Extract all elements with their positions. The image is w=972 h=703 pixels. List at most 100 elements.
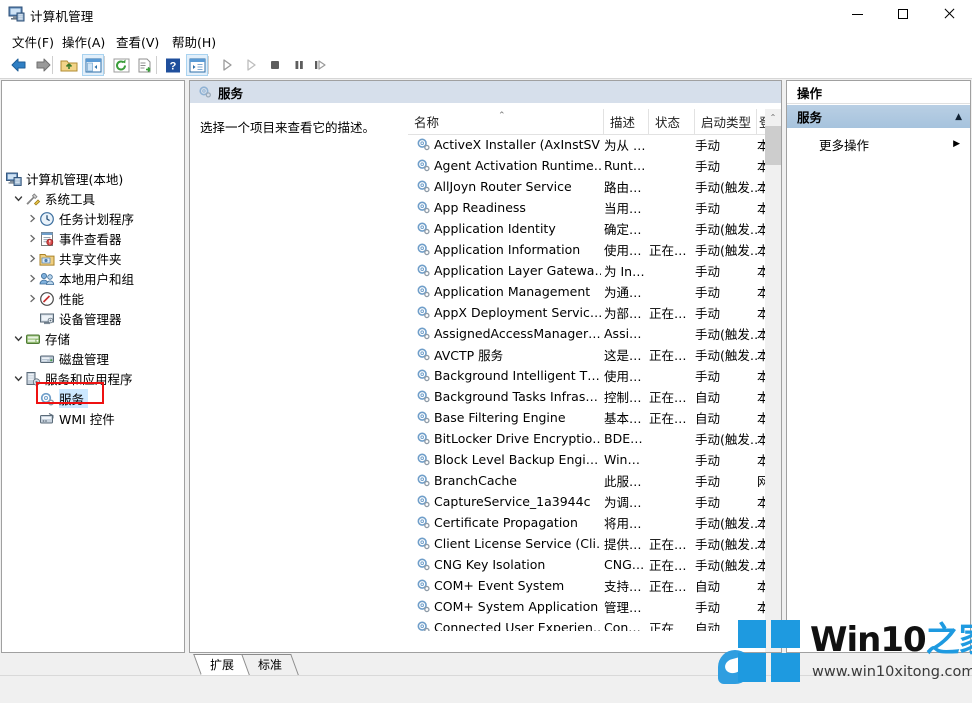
actions-group-label: 服务 [797, 110, 823, 125]
table-row[interactable]: Application Information 使用… 正在… 手动(触发…本 [408, 239, 765, 260]
service-name: Background Tasks Infras… [434, 389, 598, 404]
toolbar-separator-3 [156, 56, 157, 74]
column-header-description[interactable]: 描述 [604, 109, 649, 134]
table-row[interactable]: Block Level Backup Engi… Win… 手动 本 [408, 449, 765, 470]
table-row[interactable]: Application Management 为通… 手动 本 [408, 281, 765, 302]
actions-group-services[interactable]: 服务 ▲ [787, 104, 970, 128]
table-row[interactable]: Connected User Experien…Con…正在…自动本 [408, 617, 765, 631]
tree-root-label: 计算机管理(本地) [26, 172, 124, 187]
stop-service-button[interactable] [264, 54, 286, 76]
chevron-right-icon[interactable] [26, 229, 39, 248]
vertical-scrollbar-thumb[interactable] [765, 126, 781, 165]
table-row[interactable]: AppX Deployment Servic…为部… 正在… 手动 本 [408, 302, 765, 323]
services-list[interactable]: 名称⌃ 描述 状态 启动类型 登 ActiveX Installer (AxIn… [408, 103, 781, 652]
table-row[interactable]: Background Intelligent T… 使用… 手动 本 [408, 365, 765, 386]
refresh-button[interactable] [110, 54, 132, 76]
column-header-startup-type[interactable]: 启动类型 [695, 109, 757, 134]
table-row[interactable]: Base Filtering Engine 基本… 正在… 自动 本 [408, 407, 765, 428]
menu-view-label: 查看(V) [116, 35, 160, 50]
table-row[interactable]: AllJoyn Router Service 路由… 手动(触发…本 [408, 176, 765, 197]
table-row[interactable]: CaptureService_1a3944c 为调… 手动 本 [408, 491, 765, 512]
menu-action[interactable]: 操作(A) [56, 32, 111, 50]
console-tree-pane[interactable]: 计算机管理(本地) 系统工具 任务计划程序 事件查看器 共享文件夹 本地用户和组… [1, 80, 185, 653]
show-hide-tree-button[interactable] [82, 54, 104, 76]
table-row[interactable]: App Readiness 当用… 手动 本 [408, 197, 765, 218]
sidebar-item-task-scheduler[interactable]: 任务计划程序 [26, 209, 138, 228]
sidebar-item-local-users-and-groups[interactable]: 本地用户和组 [26, 269, 138, 288]
close-button[interactable] [926, 0, 972, 28]
help-button[interactable]: ? [162, 54, 184, 76]
up-one-level-button[interactable] [58, 54, 80, 76]
service-startup-type: 手动 [695, 264, 721, 279]
service-startup-type: 自动 [695, 411, 721, 426]
service-description: Runt… [604, 158, 646, 173]
list-vertical-scrollbar[interactable]: ⌃ [765, 109, 781, 652]
table-row[interactable]: CNG Key Isolation CNG… 正在… 手动(触发…本 [408, 554, 765, 575]
table-row[interactable]: Client License Service (Cli… 提供… 正在… 手动(触发…… [408, 533, 765, 554]
maximize-button[interactable] [880, 0, 926, 28]
minimize-button[interactable] [834, 0, 880, 28]
service-status [649, 323, 695, 344]
start-service-button[interactable] [216, 54, 238, 76]
description-placeholder: 选择一个项目来查看它的描述。 [200, 120, 376, 135]
properties-button[interactable] [186, 54, 208, 76]
menu-help[interactable]: 帮助(H) [166, 32, 222, 50]
resume-service-button[interactable] [240, 54, 262, 76]
action-more-actions[interactable]: 更多操作 ▶ [787, 133, 970, 155]
column-header-name[interactable]: 名称 ⌃ [408, 109, 604, 134]
chevron-down-icon[interactable] [12, 329, 25, 348]
table-row[interactable]: Agent Activation Runtime…Runt… 手动 本 [408, 155, 765, 176]
chevron-right-icon[interactable] [26, 289, 39, 308]
service-description: 为部… [604, 306, 642, 321]
service-status [649, 365, 695, 386]
column-header-status[interactable]: 状态 [649, 109, 695, 134]
chevron-right-icon[interactable] [26, 209, 39, 228]
service-name: CaptureService_1a3944c [434, 494, 591, 509]
export-list-button[interactable] [134, 54, 156, 76]
sidebar-item-disk-management[interactable]: 磁盘管理 [39, 349, 113, 368]
table-row[interactable]: Application Identity 确定… 手动(触发…本 [408, 218, 765, 239]
sidebar-item-storage[interactable]: 存储 [12, 329, 74, 348]
back-button[interactable] [8, 54, 30, 76]
sidebar-item-system-tools[interactable]: 系统工具 [12, 189, 99, 208]
table-row[interactable]: Background Tasks Infras… 控制… 正在… 自动 本 [408, 386, 765, 407]
service-description: 这是… [604, 348, 642, 363]
menu-view[interactable]: 查看(V) [110, 32, 165, 50]
scroll-up-button[interactable]: ⌃ [765, 109, 781, 126]
table-row[interactable]: AssignedAccessManager…Assi… 手动(触发…本 [408, 323, 765, 344]
chevron-up-icon[interactable]: ▲ [955, 112, 970, 122]
menu-file[interactable]: 文件(F) [6, 32, 60, 50]
restart-service-button[interactable] [310, 54, 332, 76]
tab-extended[interactable]: 扩展 [193, 654, 251, 675]
sidebar-item-wmi-control[interactable]: WMI 控件 [39, 409, 119, 428]
pause-service-button[interactable] [288, 54, 310, 76]
chevron-right-icon[interactable] [26, 269, 39, 288]
tree-root-computer-management[interactable]: 计算机管理(本地) [6, 169, 127, 188]
services-rows[interactable]: ActiveX Installer (AxInstSV)为从 …手动本 Agen… [408, 134, 765, 631]
service-icon [417, 201, 430, 214]
service-icon [417, 138, 430, 151]
table-row[interactable]: ActiveX Installer (AxInstSV)为从 … 手动 本 [408, 134, 765, 155]
table-row[interactable]: BranchCache 此服… 手动 网 [408, 470, 765, 491]
sidebar-item-event-viewer[interactable]: 事件查看器 [26, 229, 126, 248]
service-description-pane: 选择一个项目来查看它的描述。 [190, 103, 408, 652]
service-logon-as: 本 [757, 449, 765, 470]
sidebar-item-label: 磁盘管理 [59, 352, 110, 367]
table-row[interactable]: Application Layer Gatewa…为 In… 手动 本 [408, 260, 765, 281]
table-row[interactable]: BitLocker Drive Encryptio…BDE… 手动(触发…本 [408, 428, 765, 449]
sidebar-item-performance[interactable]: 性能 [26, 289, 88, 308]
service-icon [417, 306, 430, 319]
table-row[interactable]: Certificate Propagation 将用… 手动(触发…本 [408, 512, 765, 533]
table-row[interactable]: AVCTP 服务 这是… 正在… 手动(触发…本 [408, 344, 765, 365]
chevron-down-icon[interactable] [12, 369, 25, 388]
chevron-down-icon[interactable] [12, 189, 25, 208]
sidebar-item-label: 事件查看器 [59, 232, 122, 247]
forward-button[interactable] [32, 54, 54, 76]
sidebar-item-device-manager[interactable]: 设备管理器 [39, 309, 126, 328]
table-row[interactable]: COM+ System Application管理…手动本 [408, 596, 765, 617]
table-row[interactable]: COM+ Event System 支持… 正在… 自动 本 [408, 575, 765, 596]
forward-icon [36, 58, 51, 72]
sidebar-item-shared-folders[interactable]: 共享文件夹 [26, 249, 126, 268]
chevron-right-icon[interactable] [26, 249, 39, 268]
tab-standard[interactable]: 标准 [241, 654, 299, 675]
